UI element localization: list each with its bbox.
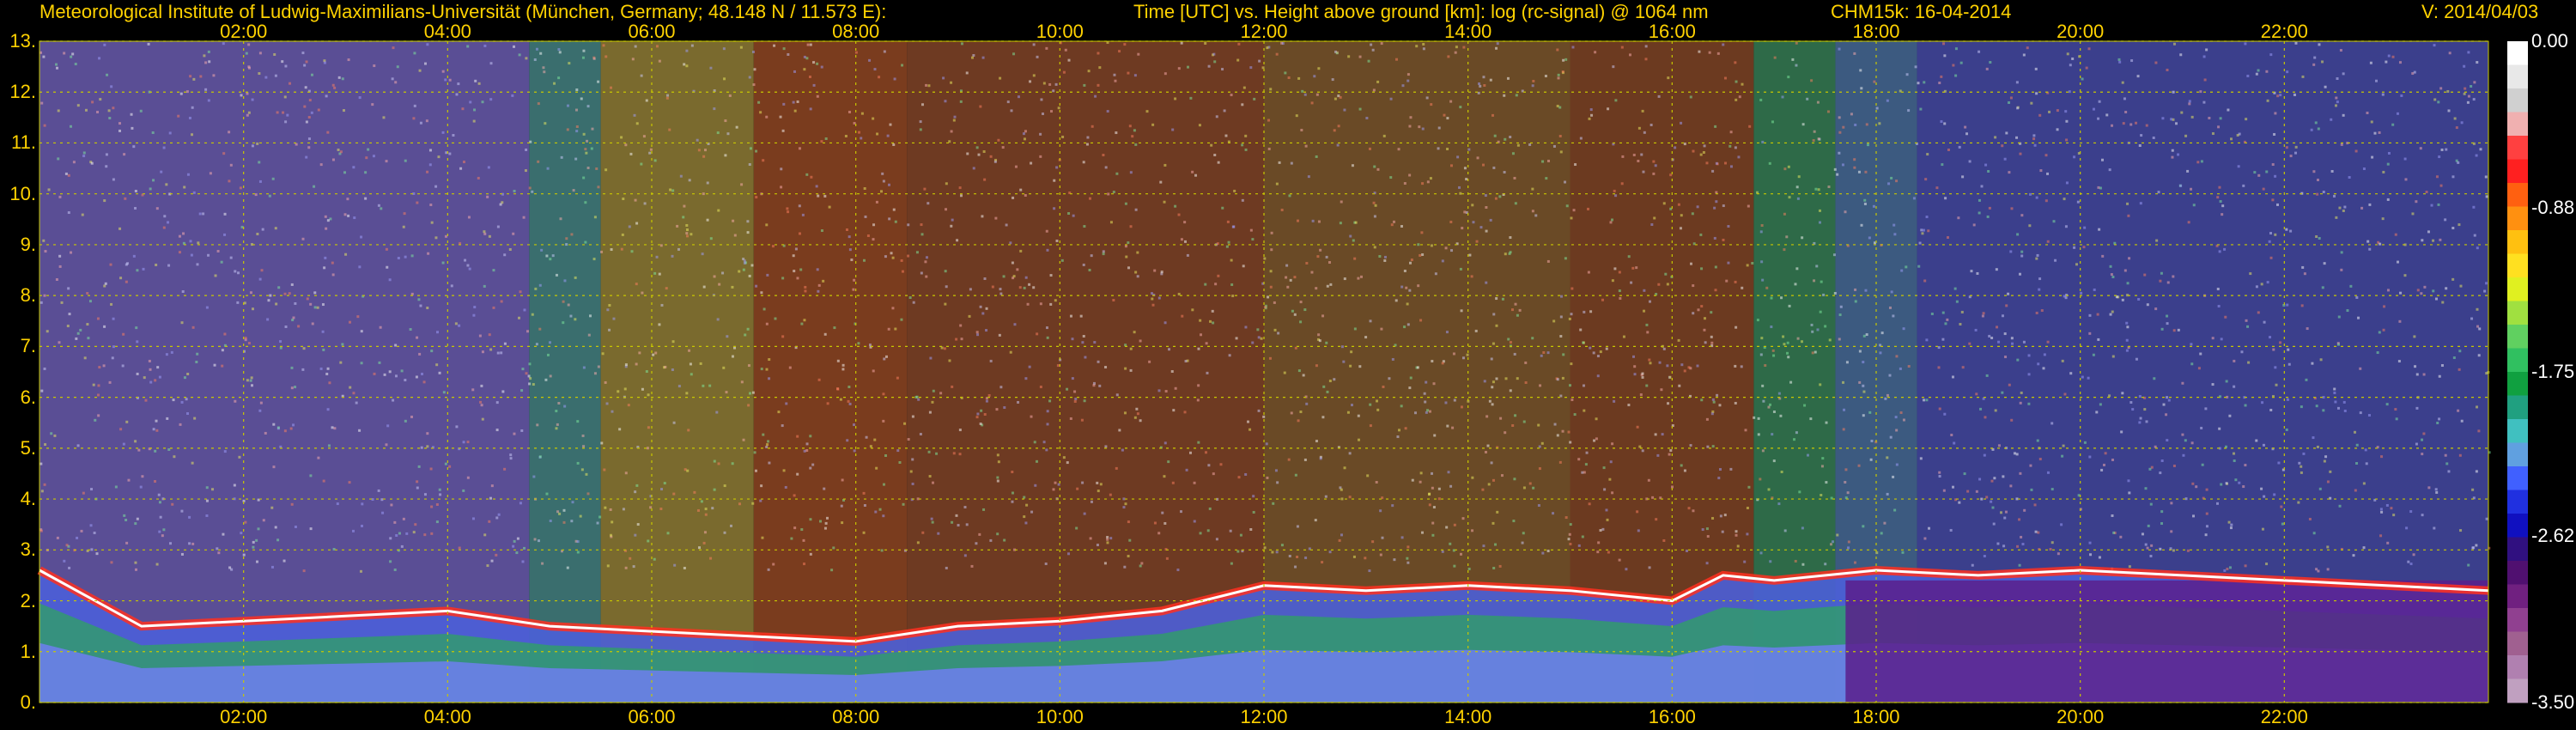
y-tick-label: 11. [11,131,36,154]
y-tick-label: 6. [20,386,36,408]
colorbar-tick-label: -1.75 [2531,361,2575,382]
colorbar-step-0 [2507,41,2528,65]
y-tick-label: 3. [20,538,36,561]
colorbar-step-27 [2507,678,2528,703]
colorbar-step-7 [2507,206,2528,231]
y-tick-label: 4. [20,488,36,510]
colorbar-step-26 [2507,655,2528,679]
y-tick-label: 0. [20,691,36,713]
colorbar-tick-label: -0.88 [2531,196,2575,218]
x-tick-label-top: 12:00 [1240,21,1288,42]
x-tick-label-bottom: 20:00 [2057,706,2105,727]
y-tick-label: 10. [9,182,36,204]
x-tick-label-top: 08:00 [832,21,880,42]
colorbar-step-13 [2507,348,2528,373]
x-tick-label-top: 20:00 [2057,21,2105,42]
colorbar-step-19 [2507,490,2528,514]
x-tick-label-top: 02:00 [220,21,268,42]
x-tick-label-bottom: 04:00 [423,706,471,727]
x-tick-label-bottom: 22:00 [2260,706,2308,727]
band-2 [600,41,754,703]
x-tick-label-bottom: 08:00 [832,706,880,727]
y-tick-label: 9. [20,233,36,255]
colorbar-step-5 [2507,159,2528,184]
colorbar-step-20 [2507,514,2528,538]
x-tick-label-top: 22:00 [2260,21,2308,42]
colorbar-step-21 [2507,537,2528,562]
band-3 [753,41,908,703]
x-tick-label-bottom: 14:00 [1444,706,1492,727]
colorbar-step-25 [2507,631,2528,656]
colorbar-step-17 [2507,442,2528,467]
x-tick-label-top: 06:00 [628,21,676,42]
colorbar-step-16 [2507,419,2528,443]
y-tick-label: 12. [9,81,36,103]
colorbar-tick-label: -2.62 [2531,525,2575,547]
band-1 [529,41,601,703]
y-tick-label: 8. [20,284,36,307]
x-tick-label-top: 18:00 [1852,21,1900,42]
colorbar-step-2 [2507,88,2528,113]
x-tick-label-bottom: 12:00 [1240,706,1288,727]
y-tick-label: 7. [20,335,36,357]
colorbar-step-14 [2507,372,2528,396]
y-tick-label: 13. [9,30,36,52]
colorbar-step-18 [2507,466,2528,490]
colorbar-step-12 [2507,325,2528,349]
ceilometer-heatmap-chart [37,40,2528,703]
colorbar-step-8 [2507,230,2528,254]
colorbar-step-9 [2507,253,2528,278]
colorbar-step-23 [2507,584,2528,609]
colorbar-step-22 [2507,561,2528,585]
x-tick-label-bottom: 10:00 [1036,706,1084,727]
x-tick-label-bottom: 18:00 [1852,706,1900,727]
colorbar-step-4 [2507,136,2528,160]
y-tick-label: 2. [20,589,36,611]
y-tick-label: 5. [20,436,36,459]
colorbar-tick-label: -3.50 [2531,691,2575,713]
colorbar-step-24 [2507,608,2528,632]
colorbar-step-1 [2507,64,2528,89]
y-tick-label: 1. [20,640,36,662]
x-tick-label-top: 04:00 [423,21,471,42]
x-tick-label-top: 10:00 [1036,21,1084,42]
colorbar-step-3 [2507,112,2528,137]
colorbar-step-10 [2507,277,2528,301]
residual-layer [1845,580,2488,703]
x-tick-label-top: 16:00 [1648,21,1696,42]
x-tick-label-bottom: 16:00 [1648,706,1696,727]
x-tick-label-bottom: 06:00 [628,706,676,727]
x-tick-label-bottom: 02:00 [220,706,268,727]
colorbar-step-15 [2507,395,2528,420]
band-0 [39,41,530,703]
colorbar-step-11 [2507,301,2528,325]
x-tick-label-top: 14:00 [1444,21,1492,42]
colorbar-step-6 [2507,183,2528,207]
colorbar-tick-label: 0.00 [2531,30,2568,52]
